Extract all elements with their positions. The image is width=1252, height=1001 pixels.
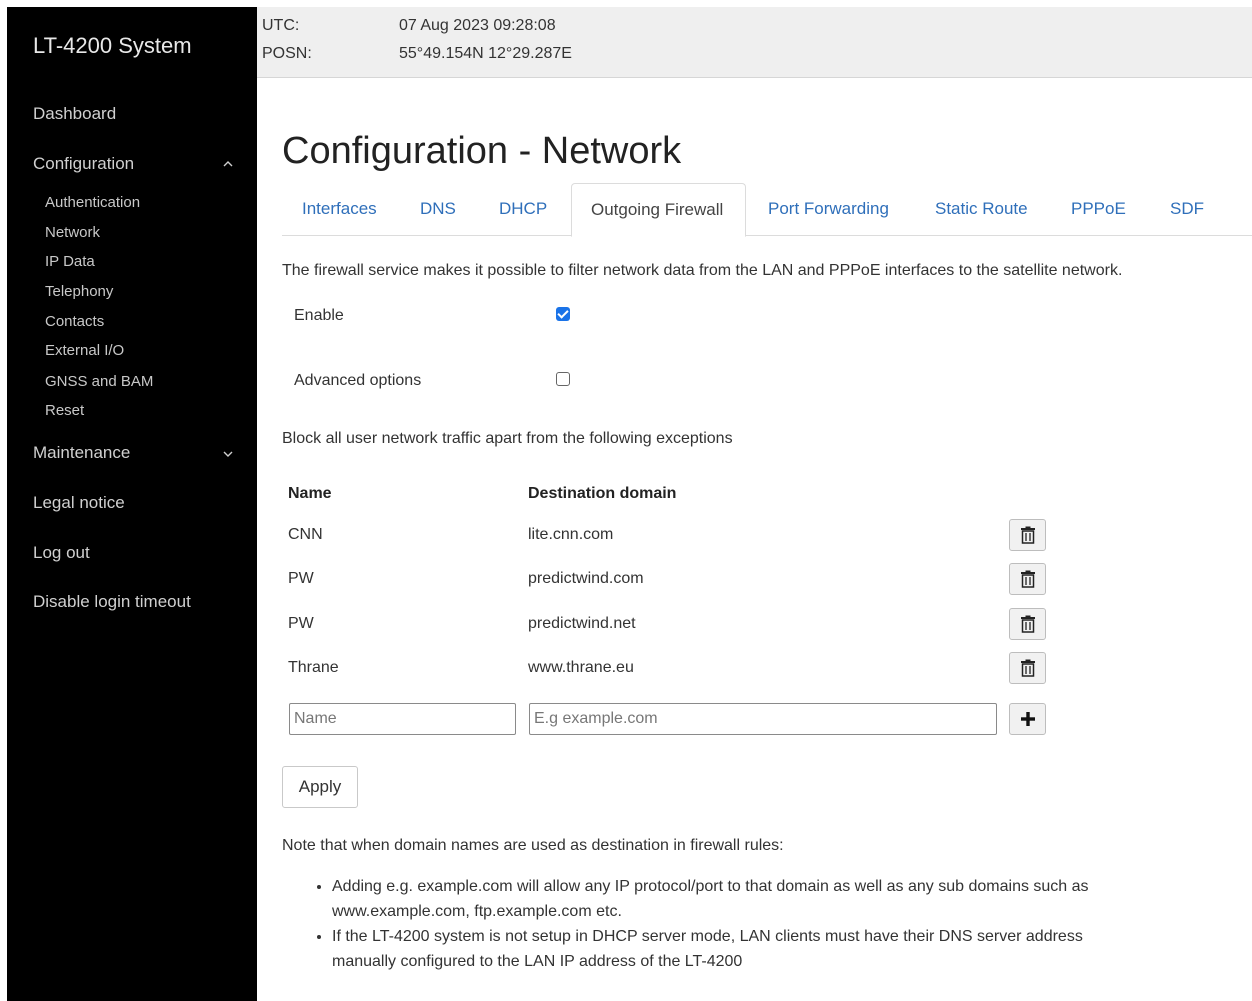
enable-checkbox[interactable] <box>556 307 570 321</box>
utc-value: 07 Aug 2023 09:28:08 <box>399 17 556 34</box>
nav-legal-notice[interactable]: Legal notice <box>33 493 125 513</box>
tab-static-route[interactable]: Static Route <box>935 183 1028 236</box>
tab-interfaces[interactable]: Interfaces <box>302 183 377 236</box>
delete-button[interactable] <box>1009 652 1046 684</box>
nav-sub-telephony[interactable]: Telephony <box>45 283 113 300</box>
enable-label: Enable <box>294 307 344 324</box>
block-traffic-text: Block all user network traffic apart fro… <box>282 430 733 447</box>
notes-list: Adding e.g. example.com will allow any I… <box>312 874 1132 974</box>
tab-bar: Interfaces DNS DHCP Outgoing Firewall Po… <box>282 183 1252 237</box>
tab-dhcp[interactable]: DHCP <box>499 183 547 236</box>
row-3-name: PW <box>288 615 314 632</box>
row-3-domain: predictwind.net <box>528 615 636 632</box>
nav-sub-reset[interactable]: Reset <box>45 402 84 419</box>
add-rule-button[interactable] <box>1009 703 1046 735</box>
page-title: Configuration - Network <box>282 130 682 172</box>
posn-value: 55°49.154N 12°29.287E <box>399 45 572 62</box>
trash-icon <box>1020 659 1035 677</box>
delete-button[interactable] <box>1009 563 1046 595</box>
advanced-options-label: Advanced options <box>294 372 422 389</box>
nav-sub-gnss-bam[interactable]: GNSS and BAM <box>45 373 153 390</box>
trash-icon <box>1020 526 1035 544</box>
tab-outgoing-firewall[interactable]: Outgoing Firewall <box>571 183 746 237</box>
advanced-options-checkbox[interactable] <box>556 372 570 386</box>
column-header-destination: Destination domain <box>528 485 677 502</box>
delete-button[interactable] <box>1009 608 1046 640</box>
tab-pppoe[interactable]: PPPoE <box>1071 183 1126 236</box>
tab-dns[interactable]: DNS <box>420 183 456 236</box>
plus-icon <box>1020 712 1035 726</box>
column-header-name: Name <box>288 485 332 502</box>
tab-port-forwarding[interactable]: Port Forwarding <box>768 183 889 236</box>
apply-button[interactable]: Apply <box>282 766 358 808</box>
nav-sub-contacts[interactable]: Contacts <box>45 313 104 330</box>
sidebar: LT-4200 System Dashboard Configuration A… <box>7 7 257 1001</box>
firewall-description: The firewall service makes it possible t… <box>282 262 1123 279</box>
nav-sub-external-io[interactable]: External I/O <box>45 342 124 359</box>
chevron-down-icon[interactable] <box>223 447 233 461</box>
brand-title: LT-4200 System <box>33 33 192 58</box>
nav-dashboard[interactable]: Dashboard <box>33 104 116 124</box>
nav-log-out[interactable]: Log out <box>33 543 90 563</box>
nav-sub-authentication[interactable]: Authentication <box>45 194 140 211</box>
nav-sub-network[interactable]: Network <box>45 224 100 241</box>
note-intro: Note that when domain names are used as … <box>282 837 784 854</box>
new-name-input[interactable] <box>289 703 516 735</box>
nav-disable-login-timeout[interactable]: Disable login timeout <box>33 592 191 612</box>
note-item: If the LT-4200 system is not setup in DH… <box>332 924 1132 974</box>
trash-icon <box>1020 615 1035 633</box>
delete-button[interactable] <box>1009 519 1046 551</box>
nav-maintenance[interactable]: Maintenance <box>33 443 130 463</box>
utc-label: UTC: <box>262 17 300 34</box>
row-2-name: PW <box>288 570 314 587</box>
row-4-name: Thrane <box>288 659 339 676</box>
row-4-domain: www.thrane.eu <box>528 659 634 676</box>
nav-configuration[interactable]: Configuration <box>33 154 134 174</box>
status-bar: UTC: 07 Aug 2023 09:28:08 POSN: 55°49.15… <box>257 7 1252 78</box>
tab-sdf[interactable]: SDF <box>1170 183 1204 236</box>
row-1-name: CNN <box>288 526 323 543</box>
nav-sub-ip-data[interactable]: IP Data <box>45 253 95 270</box>
posn-label: POSN: <box>262 45 312 62</box>
trash-icon <box>1020 570 1035 588</box>
row-1-domain: lite.cnn.com <box>528 526 614 543</box>
main-content: Configuration - Network Interfaces DNS D… <box>282 78 1252 1001</box>
new-domain-input[interactable] <box>529 703 997 735</box>
row-2-domain: predictwind.com <box>528 570 644 587</box>
note-item: Adding e.g. example.com will allow any I… <box>332 874 1132 924</box>
chevron-up-icon[interactable] <box>223 157 233 171</box>
